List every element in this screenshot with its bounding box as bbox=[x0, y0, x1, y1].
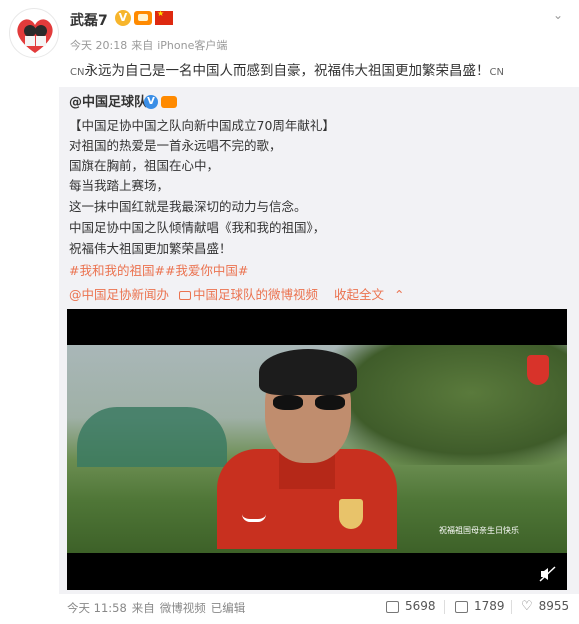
post-body: 永远为自己是一名中国人而感到自豪，祝福伟大祖国更加繁荣昌盛！ bbox=[84, 63, 490, 79]
verified-badge-icon: V bbox=[115, 10, 131, 26]
post-from-label: 来自 bbox=[131, 39, 154, 52]
chevron-up-icon: ⌃ bbox=[394, 287, 405, 302]
team-crest-icon bbox=[339, 499, 363, 529]
stat-divider bbox=[444, 600, 445, 614]
hashtags[interactable]: #我和我的祖国##我爱你中国# bbox=[69, 262, 248, 279]
repost-author[interactable]: @中国足球队 bbox=[69, 94, 147, 111]
repost-line: 中国足协中国之队倾情献唱《我和我的祖国》， bbox=[69, 220, 326, 235]
source-link[interactable]: @中国足协新闻办 bbox=[69, 287, 169, 302]
repost-from-label: 来自 bbox=[131, 601, 155, 615]
like-icon: ♡ bbox=[521, 599, 533, 614]
repost-line: 祝福伟大祖国更加繁荣昌盛！ bbox=[69, 241, 232, 256]
repost-line: 这一抹中国红就是我最深切的动力与信念。 bbox=[69, 199, 307, 214]
vip-badge-icon[interactable] bbox=[161, 96, 177, 108]
like-count: 8955 bbox=[538, 599, 570, 613]
repost-count: 5698 bbox=[405, 599, 436, 613]
video-background-stand bbox=[77, 407, 227, 467]
chevron-down-icon[interactable]: ⌄ bbox=[551, 8, 565, 22]
repost-stat[interactable]: 5698 bbox=[386, 599, 436, 613]
avatar[interactable] bbox=[9, 8, 59, 58]
repost-icon bbox=[386, 600, 399, 613]
repost-line: 对祖国的热爱是一首永远唱不完的歌， bbox=[69, 138, 282, 153]
post-text: CN永远为自己是一名中国人而感到自豪，祝福伟大祖国更加繁荣昌盛！CN bbox=[70, 62, 504, 82]
video-person-hair bbox=[259, 349, 357, 395]
china-flag-icon bbox=[155, 9, 173, 25]
comment-count: 1789 bbox=[474, 599, 505, 613]
cn-flag-prefix: CN bbox=[70, 67, 85, 78]
repost-edited: 已编辑 bbox=[210, 601, 246, 615]
video-icon bbox=[179, 291, 191, 300]
collapse-label: 收起全文 bbox=[334, 287, 385, 302]
repost-box: @中国足球队 V 【中国足协中国之队向新中国成立70周年献礼】 对祖国的热爱是一… bbox=[59, 87, 579, 615]
stat-divider bbox=[511, 600, 512, 614]
video-player[interactable]: 祝福祖国母亲生日快乐 bbox=[67, 309, 567, 590]
vip-badge-icon[interactable] bbox=[134, 11, 152, 25]
verified-badge-icon: V bbox=[144, 95, 158, 109]
repost-line: 每当我踏上赛场， bbox=[69, 178, 170, 193]
video-link-label: 中国足球队的微博视频 bbox=[193, 287, 319, 302]
like-stat[interactable]: ♡ 8955 bbox=[521, 599, 569, 614]
username[interactable]: 武磊7 bbox=[70, 10, 108, 30]
video-person-glasses bbox=[273, 395, 345, 411]
repost-line: 【中国足协中国之队向新中国成立70周年献礼】 bbox=[69, 118, 335, 133]
repost-line: 国旗在胸前，祖国在心中， bbox=[69, 158, 220, 173]
cn-flag-suffix: CN bbox=[489, 67, 504, 78]
video-link[interactable]: 中国足球队的微博视频 bbox=[179, 287, 324, 302]
repost-footer: 今天 11:58 来自 微博视频 已编辑 bbox=[67, 600, 250, 616]
team-logo-icon bbox=[527, 355, 549, 385]
comment-icon bbox=[455, 600, 468, 613]
weibo-post-card: 武磊7 V 今天 20:18来自iPhone客户端 ⌄ CN永远为自己是一名中国… bbox=[0, 0, 579, 624]
repost-time[interactable]: 今天 11:58 bbox=[67, 601, 127, 615]
collapse-link[interactable]: 收起全文 ⌃ bbox=[334, 287, 410, 302]
repost-source[interactable]: 微博视频 bbox=[160, 601, 206, 615]
post-time[interactable]: 今天 20:18 bbox=[70, 39, 127, 52]
post-source[interactable]: iPhone客户端 bbox=[157, 39, 227, 52]
repost-links: @中国足协新闻办 中国足球队的微博视频 收起全文 ⌃ bbox=[69, 284, 416, 303]
video-caption: 祝福祖国母亲生日快乐 bbox=[439, 526, 519, 535]
comment-stat[interactable]: 1789 bbox=[455, 599, 505, 613]
mute-icon[interactable] bbox=[539, 566, 557, 582]
post-meta: 今天 20:18 来自 iPhone客户端 bbox=[70, 37, 231, 53]
